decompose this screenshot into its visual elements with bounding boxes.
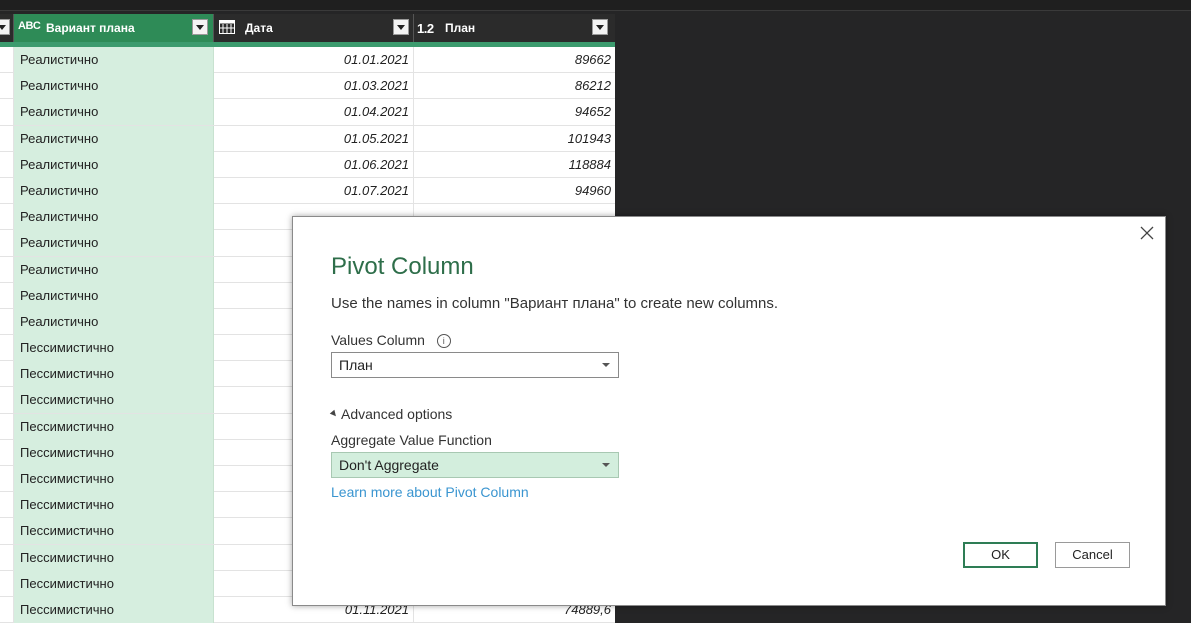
date-cell[interactable]: 01.04.2021 [214, 99, 414, 126]
variant-cell[interactable]: Реалистично [14, 230, 214, 257]
filter-dropdown-icon[interactable] [393, 19, 409, 35]
table-row[interactable]: Реалистично 01.05.2021 101943 [0, 125, 615, 152]
column-header-label: Вариант плана [46, 21, 135, 35]
date-cell[interactable]: 01.03.2021 [214, 73, 414, 100]
grid-header: ABC Вариант плана Дата 1.2 План [0, 14, 615, 47]
table-row[interactable]: Реалистично 01.07.2021 94960 [0, 177, 615, 205]
row-number-cell[interactable] [0, 230, 14, 257]
variant-cell[interactable]: Пессимистично [14, 570, 214, 597]
plan-cell[interactable]: 94960 [414, 178, 615, 204]
row-number-cell[interactable] [0, 204, 14, 231]
text-type-icon: ABC [18, 20, 41, 32]
aggregate-function-select[interactable]: Don't Aggregate [331, 452, 619, 478]
pivot-column-dialog: Pivot Column Use the names in column "Ва… [292, 216, 1166, 606]
variant-cell[interactable]: Реалистично [14, 177, 214, 204]
close-icon[interactable] [1139, 225, 1155, 241]
expand-triangle-icon [329, 409, 339, 419]
variant-cell[interactable]: Реалистично [14, 204, 214, 231]
row-number-cell[interactable] [0, 544, 14, 571]
row-number-cell[interactable] [0, 73, 14, 100]
table-row[interactable]: Реалистично 01.03.2021 86212 [0, 73, 615, 100]
values-column-select[interactable]: План [331, 352, 619, 378]
row-number-cell[interactable] [0, 570, 14, 597]
dialog-description: Use the names in column "Вариант плана" … [331, 295, 779, 312]
variant-cell[interactable]: Пессимистично [14, 492, 214, 519]
variant-cell[interactable]: Пессимистично [14, 387, 214, 414]
row-number-cell[interactable] [0, 361, 14, 388]
row-number-cell[interactable] [0, 492, 14, 519]
aggregate-function-value: Don't Aggregate [339, 457, 439, 473]
variant-cell[interactable]: Реалистично [14, 47, 214, 73]
row-number-cell[interactable] [0, 413, 14, 440]
values-column-label: Values Column [331, 332, 425, 348]
row-number-cell[interactable] [0, 125, 14, 152]
row-number-cell[interactable] [0, 308, 14, 335]
table-row[interactable]: Реалистично 01.06.2021 118884 [0, 151, 615, 178]
row-number-cell[interactable] [0, 151, 14, 178]
table-row[interactable]: Реалистично 01.01.2021 89662 [0, 47, 615, 74]
advanced-options-toggle[interactable]: Advanced options [329, 406, 453, 422]
row-number-cell[interactable] [0, 335, 14, 362]
variant-cell[interactable]: Реалистично [14, 256, 214, 283]
filter-dropdown-icon[interactable] [0, 19, 10, 35]
variant-cell[interactable]: Пессимистично [14, 361, 214, 388]
date-cell[interactable]: 01.06.2021 [214, 151, 414, 178]
aggregate-label: Aggregate Value Function [331, 432, 492, 448]
cancel-button[interactable]: Cancel [1055, 542, 1130, 568]
variant-cell[interactable]: Реалистично [14, 125, 214, 152]
date-cell[interactable]: 01.01.2021 [214, 47, 414, 73]
variant-cell[interactable]: Пессимистично [14, 466, 214, 492]
plan-cell[interactable]: 89662 [414, 47, 615, 73]
row-number-cell[interactable] [0, 518, 14, 545]
learn-more-link[interactable]: Learn more about Pivot Column [331, 484, 529, 500]
variant-cell[interactable]: Реалистично [14, 73, 214, 100]
column-header-label: План [445, 21, 476, 35]
chevron-down-icon [602, 363, 610, 367]
row-number-cell[interactable] [0, 99, 14, 126]
calendar-icon [219, 20, 235, 37]
row-number-cell[interactable] [0, 387, 14, 414]
row-number-cell[interactable] [0, 466, 14, 492]
variant-cell[interactable]: Реалистично [14, 282, 214, 309]
variant-cell[interactable]: Пессимистично [14, 413, 214, 440]
column-header-date[interactable]: Дата [214, 14, 414, 42]
info-icon[interactable]: i [436, 334, 451, 349]
variant-cell[interactable]: Реалистично [14, 151, 214, 178]
variant-cell[interactable]: Пессимистично [14, 439, 214, 466]
date-cell[interactable]: 01.07.2021 [214, 177, 414, 204]
decimal-type-icon: 1.2 [417, 21, 434, 36]
column-header-plan[interactable]: 1.2 План [414, 14, 615, 42]
row-number-cell[interactable] [0, 282, 14, 309]
advanced-options-label: Advanced options [341, 406, 453, 422]
row-number-cell[interactable] [0, 177, 14, 204]
row-number-cell[interactable] [0, 256, 14, 283]
plan-cell[interactable]: 86212 [414, 73, 615, 99]
chevron-down-icon [602, 463, 610, 467]
top-bar [0, 0, 1191, 11]
variant-cell[interactable]: Пессимистично [14, 335, 214, 362]
date-cell[interactable]: 01.05.2021 [214, 125, 414, 152]
row-number-cell[interactable] [0, 47, 14, 73]
filter-dropdown-icon[interactable] [592, 19, 608, 35]
column-header-variant[interactable]: ABC Вариант плана [14, 14, 214, 42]
plan-cell[interactable]: 101943 [414, 126, 615, 152]
filter-dropdown-icon[interactable] [192, 19, 208, 35]
column-header-label: Дата [245, 21, 273, 35]
table-row[interactable]: Реалистично 01.04.2021 94652 [0, 99, 615, 126]
variant-cell[interactable]: Пессимистично [14, 544, 214, 571]
variant-cell[interactable]: Пессимистично [14, 518, 214, 545]
row-number-cell[interactable] [0, 596, 14, 623]
ok-button[interactable]: OK [963, 542, 1038, 568]
row-number-cell[interactable] [0, 439, 14, 466]
plan-cell[interactable]: 94652 [414, 99, 615, 125]
values-column-value: План [339, 357, 373, 373]
variant-cell[interactable]: Пессимистично [14, 596, 214, 623]
dialog-title: Pivot Column [331, 253, 474, 280]
row-number-header [0, 14, 14, 42]
plan-cell[interactable]: 118884 [414, 152, 615, 178]
variant-cell[interactable]: Реалистично [14, 99, 214, 126]
variant-cell[interactable]: Реалистично [14, 308, 214, 335]
values-column-label-row: Values Column i [331, 332, 451, 349]
